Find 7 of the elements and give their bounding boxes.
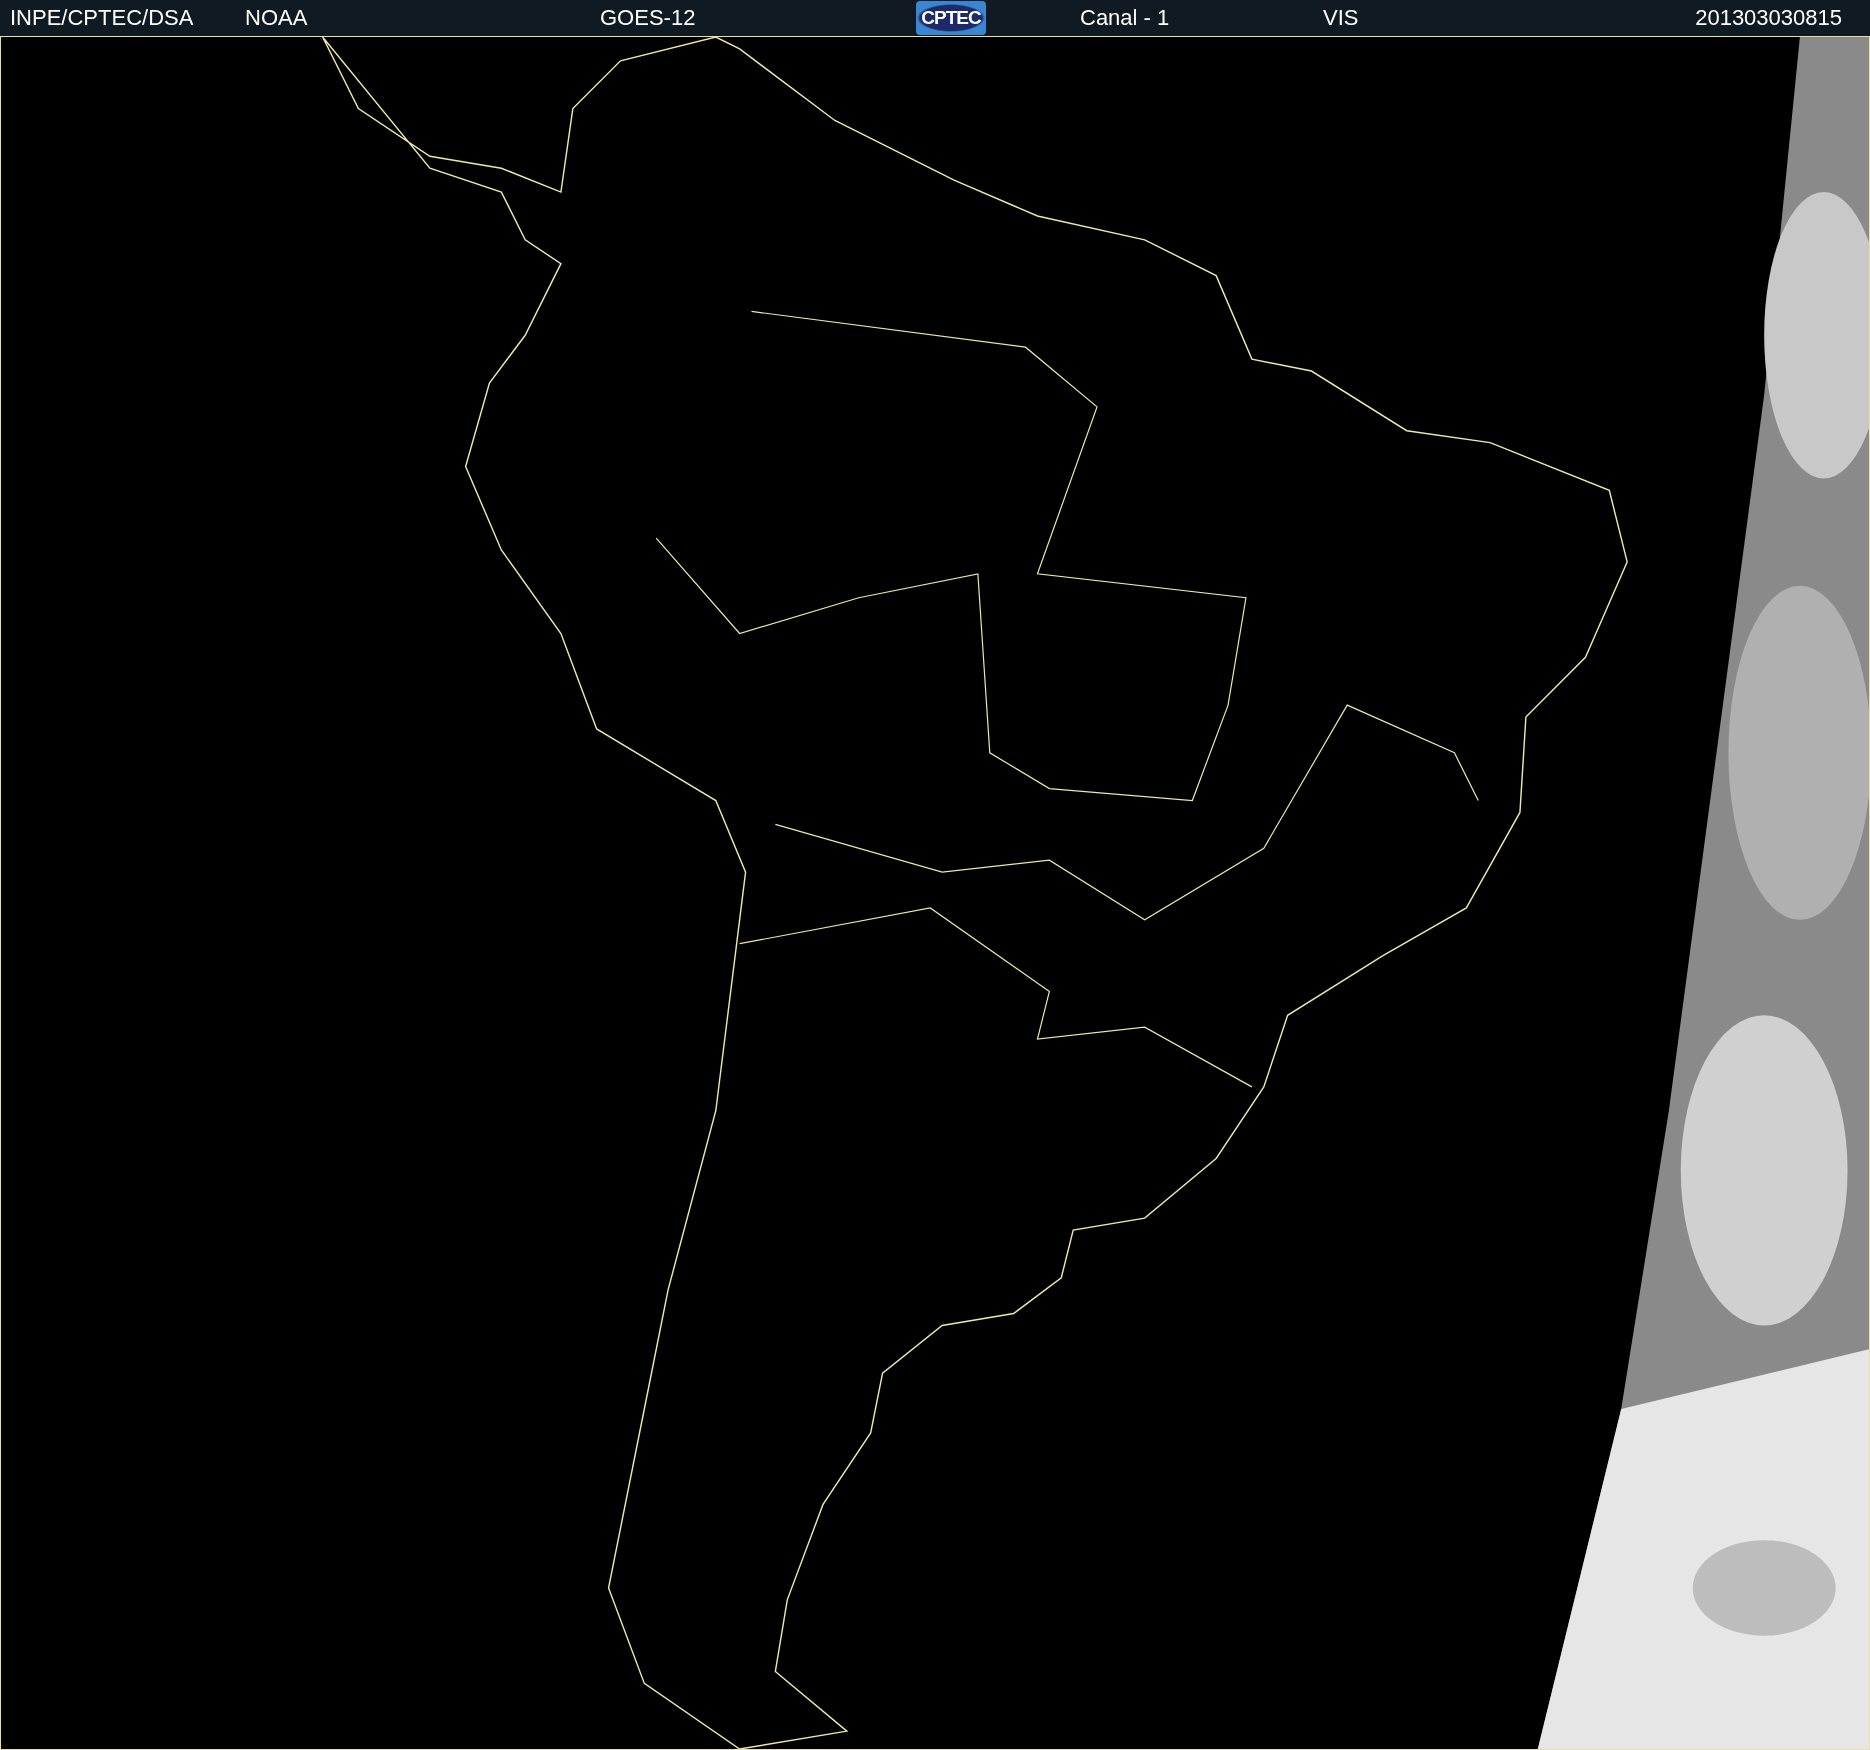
- channel-label: Canal - 1: [1080, 5, 1170, 31]
- source-label: INPE/CPTEC/DSA: [10, 5, 194, 31]
- logo: CPTEC: [916, 1, 986, 35]
- agency-label: NOAA: [245, 5, 308, 31]
- timestamp-label: 201303030815: [1695, 5, 1843, 31]
- satellite-label: GOES-12: [600, 5, 696, 31]
- band-label: VIS: [1323, 5, 1359, 31]
